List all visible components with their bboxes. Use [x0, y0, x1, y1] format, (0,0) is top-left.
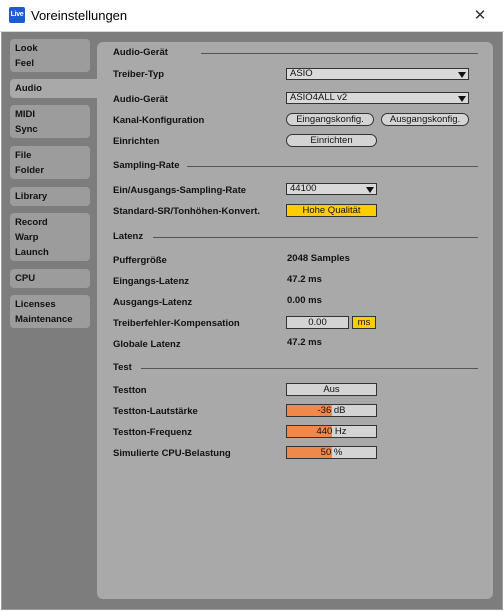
- tab-label: Sync: [15, 124, 38, 135]
- buffer-size-label: Puffergröße: [113, 255, 167, 266]
- setup-button[interactable]: Einrichten: [286, 134, 377, 147]
- driver-type-label: Treiber-Typ: [113, 69, 165, 80]
- test-tone-volume-label: Testton-Lautstärke: [113, 406, 198, 417]
- driver-compensation-field[interactable]: 0.00: [286, 316, 349, 329]
- io-sample-rate-label: Ein/Ausgangs-Sampling-Rate: [113, 185, 247, 196]
- output-latency-label: Ausgangs-Latenz: [113, 297, 193, 308]
- tab-licenses-maintenance[interactable]: Licenses Maintenance: [10, 295, 90, 328]
- output-config-button[interactable]: Ausgangskonfig.: [381, 113, 469, 126]
- tab-label: Feel: [15, 58, 35, 69]
- driver-compensation-label: Treiberfehler-Kompensation: [113, 318, 240, 329]
- tab-label: MIDI: [15, 109, 36, 120]
- driver-type-value: ASIO: [290, 68, 313, 79]
- input-config-button[interactable]: Eingangskonfig.: [286, 113, 374, 126]
- io-sample-rate-value: 44100: [290, 183, 317, 194]
- overall-latency-value: 47.2 ms: [287, 337, 322, 348]
- close-button[interactable]: ✕: [464, 4, 496, 28]
- section-divider: [187, 166, 478, 167]
- dropdown-arrow-icon: [458, 96, 466, 102]
- title-bar: Live Voreinstellungen ✕: [0, 0, 504, 32]
- overall-latency-label: Globale Latenz: [113, 339, 181, 350]
- tab-label: Library: [15, 191, 48, 202]
- tab-cpu[interactable]: CPU: [10, 269, 90, 288]
- section-divider: [201, 53, 478, 54]
- audio-device-value: ASIO4ALL v2: [290, 92, 348, 103]
- tab-label: Folder: [15, 165, 45, 176]
- tab-audio[interactable]: Audio: [10, 79, 106, 98]
- tab-look-feel[interactable]: Look Feel: [10, 39, 90, 72]
- tab-midi-sync[interactable]: MIDI Sync: [10, 105, 90, 138]
- tab-label: Record: [15, 217, 48, 228]
- tab-library[interactable]: Library: [10, 187, 90, 206]
- audio-device-label: Audio-Gerät: [113, 94, 168, 105]
- window-title: Voreinstellungen: [31, 8, 128, 23]
- section-latency: Latenz: [113, 231, 144, 242]
- tab-label: File: [15, 150, 32, 161]
- test-tone-label: Testton: [113, 385, 147, 396]
- tab-label: Maintenance: [15, 314, 73, 325]
- test-tone-frequency-label: Testton-Frequenz: [113, 427, 192, 438]
- simulated-cpu-load-value: 50 %: [320, 447, 343, 458]
- tab-label: Licenses: [15, 299, 56, 310]
- default-sr-label: Standard-SR/Tonhöhen-Konvert.: [113, 206, 261, 217]
- tab-label: Look: [15, 43, 38, 54]
- audio-device-dropdown[interactable]: ASIO4ALL v2: [286, 92, 469, 104]
- tab-label: Audio: [15, 83, 42, 94]
- tab-label: CPU: [15, 273, 36, 284]
- test-tone-frequency-slider[interactable]: 440 Hz: [286, 425, 377, 438]
- simulated-cpu-load-label: Simulierte CPU-Belastung: [113, 448, 231, 459]
- test-tone-toggle[interactable]: Aus: [286, 383, 377, 396]
- driver-type-dropdown[interactable]: ASIO: [286, 68, 469, 80]
- tab-record-warp-launch[interactable]: Record Warp Launch: [10, 213, 90, 261]
- setup-label: Einrichten: [113, 136, 160, 147]
- test-tone-frequency-value: 440 Hz: [316, 426, 347, 437]
- section-divider: [153, 237, 478, 238]
- output-latency-value: 0.00 ms: [287, 295, 322, 306]
- input-latency-label: Eingangs-Latenz: [113, 276, 190, 287]
- channel-config-label: Kanal-Konfiguration: [113, 115, 205, 126]
- section-divider: [141, 368, 478, 369]
- input-latency-value: 47.2 ms: [287, 274, 322, 285]
- section-sample-rate: Sampling-Rate: [113, 160, 180, 171]
- io-sample-rate-dropdown[interactable]: 44100: [286, 183, 377, 195]
- tab-file-folder[interactable]: File Folder: [10, 146, 90, 179]
- ms-unit-toggle[interactable]: ms: [352, 316, 376, 329]
- section-test: Test: [113, 362, 132, 373]
- simulated-cpu-load-slider[interactable]: 50 %: [286, 446, 377, 459]
- tab-label: Launch: [15, 247, 49, 258]
- test-tone-volume-slider[interactable]: -36 dB: [286, 404, 377, 417]
- dropdown-arrow-icon: [366, 187, 374, 193]
- high-quality-toggle[interactable]: Hohe Qualität: [286, 204, 377, 217]
- test-tone-volume-value: -36 dB: [317, 405, 346, 416]
- buffer-size-value: 2048 Samples: [287, 253, 350, 264]
- tab-label: Warp: [15, 232, 39, 243]
- live-app-icon: Live: [9, 7, 25, 23]
- section-audio-device: Audio-Gerät: [113, 47, 168, 58]
- audio-settings-panel: Audio-Gerät Treiber-Typ ASIO Audio-Gerät…: [97, 42, 493, 599]
- dropdown-arrow-icon: [458, 72, 466, 78]
